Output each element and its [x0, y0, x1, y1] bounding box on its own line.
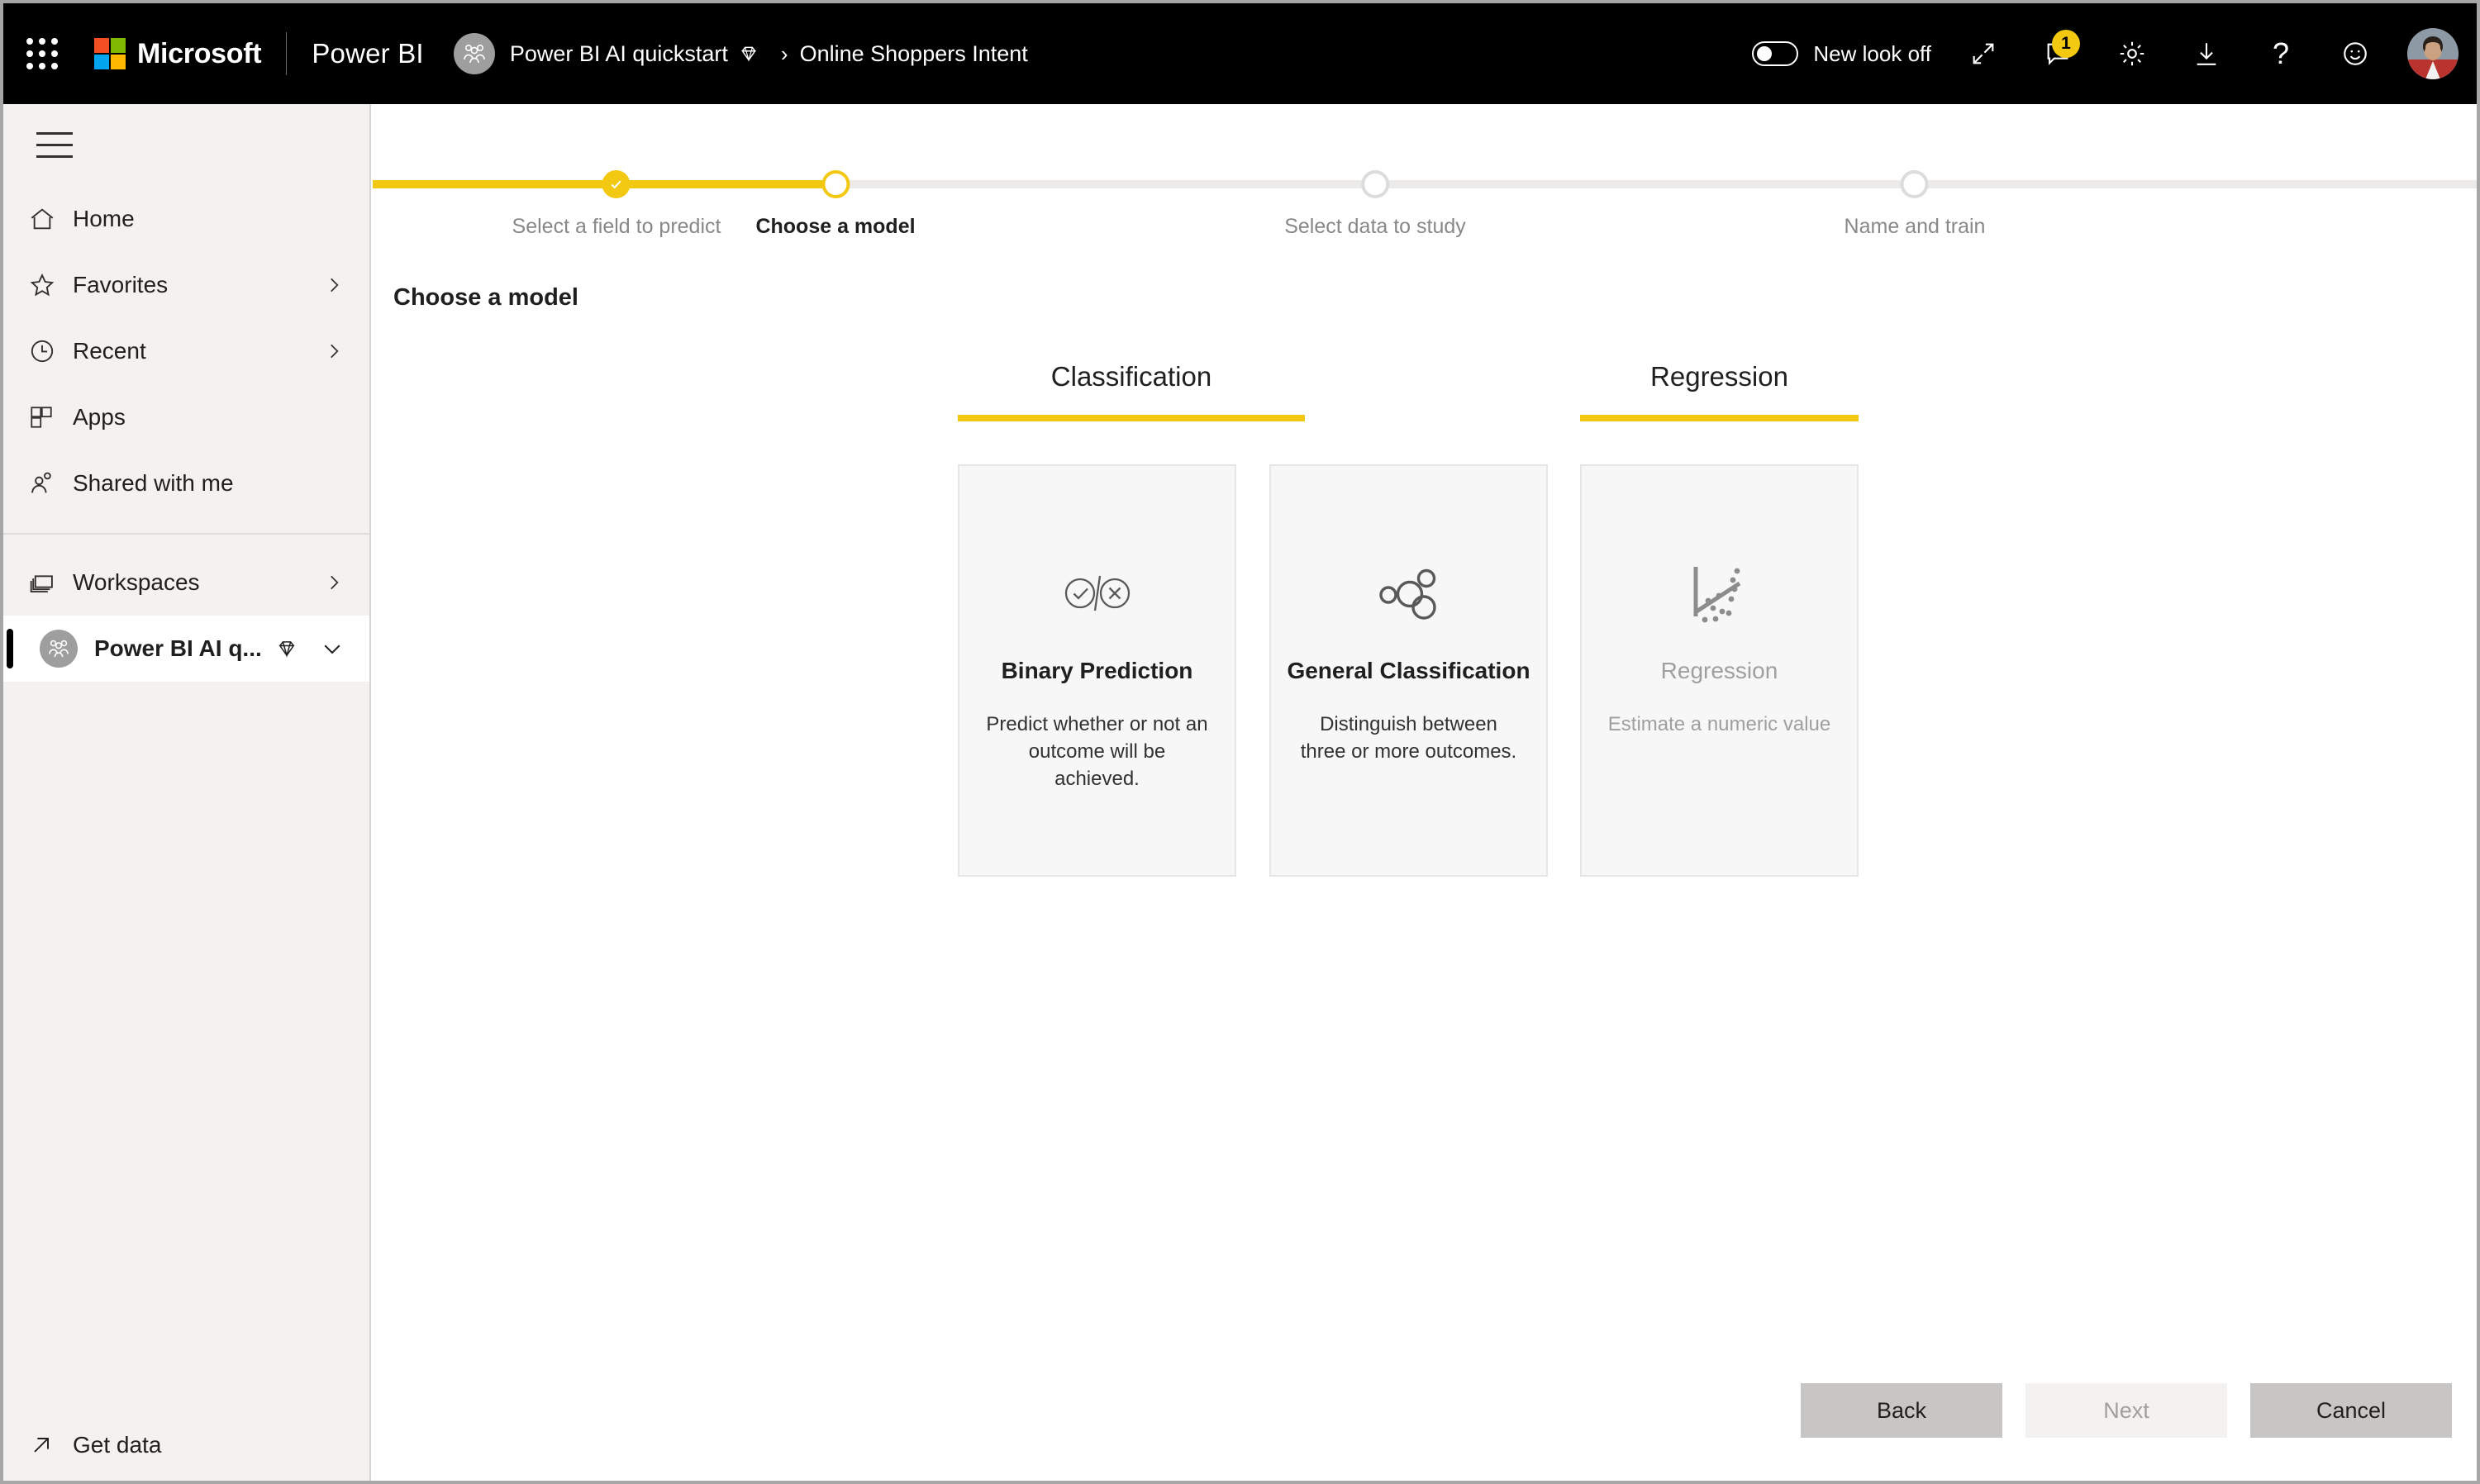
wizard-step-2[interactable]: Choose a model [755, 145, 916, 239]
sidebar-item-label: Power BI AI q... [94, 635, 262, 661]
category-heading-regression: Regression [1650, 361, 1788, 392]
header-divider [286, 32, 288, 75]
arrow-up-right-icon [28, 1432, 73, 1458]
scatter-trend-icon [1688, 559, 1751, 628]
sidebar-item-label: Recent [73, 338, 146, 364]
wizard-step-label: Select data to study [1284, 215, 1466, 238]
help-icon[interactable]: ? [2255, 28, 2306, 79]
clustered-circles-icon [1377, 559, 1441, 628]
sidebar-item-favorites[interactable]: Favorites [3, 252, 369, 318]
chevron-right-icon [323, 572, 345, 593]
chevron-right-icon [323, 340, 345, 362]
feedback-smiley-icon[interactable] [2330, 28, 2381, 79]
step-dot-done [602, 170, 631, 198]
sidebar-item-label: Favorites [73, 272, 169, 297]
apps-grid-icon [28, 404, 73, 430]
wizard-stepper: Select a field to predict Choose a model… [373, 145, 2477, 269]
gem-icon [275, 637, 298, 660]
new-look-toggle[interactable]: New look off [1752, 41, 1931, 67]
check-slash-x-icon [1063, 559, 1132, 628]
user-avatar[interactable] [2407, 28, 2459, 79]
chevron-right-icon [323, 274, 345, 296]
app-launcher-icon[interactable] [23, 35, 61, 73]
microsoft-wordmark: Microsoft [137, 37, 262, 69]
page-title: Choose a model [393, 284, 578, 311]
sidebar-item-recent[interactable]: Recent [3, 318, 369, 384]
clock-icon [28, 337, 73, 365]
breadcrumb-separator: › [780, 40, 788, 66]
sidebar-divider [3, 533, 369, 535]
wizard-step-1[interactable]: Select a field to predict [512, 145, 721, 239]
sidebar-item-apps[interactable]: Apps [3, 384, 369, 450]
model-card-title: Regression [1660, 658, 1778, 683]
breadcrumb: Power BI AI quickstart › Online Shoppers… [453, 33, 1028, 74]
sidebar-item-home[interactable]: Home [3, 186, 369, 252]
next-button: Next [2025, 1383, 2227, 1438]
category-heading-classification: Classification [1050, 361, 1212, 392]
chevron-down-icon[interactable] [320, 636, 345, 661]
microsoft-squares-icon [94, 38, 126, 69]
top-navigation-bar: Microsoft Power BI Power BI AI quickstar… [3, 3, 2477, 104]
step-dot-pending [1901, 170, 1929, 198]
sidebar-item-label: Shared with me [73, 470, 234, 496]
get-data-label: Get data [73, 1432, 162, 1458]
wizard-step-label: Name and train [1844, 215, 1986, 238]
left-navigation-sidebar: Home Favorites Recent Apps Shared with m… [3, 104, 371, 1481]
sidebar-item-workspaces[interactable]: Workspaces [3, 549, 369, 616]
model-card-title: Binary Prediction [1001, 658, 1193, 683]
premium-gem-icon [738, 43, 759, 64]
new-look-toggle-label: New look off [1813, 40, 1931, 66]
microsoft-logo[interactable]: Microsoft [94, 37, 262, 70]
home-icon [28, 205, 73, 233]
star-icon [28, 271, 73, 299]
cancel-button[interactable]: Cancel [2250, 1383, 2452, 1438]
workspace-avatar-icon [40, 630, 78, 668]
model-card-regression: Regression Estimate a numeric value [1580, 464, 1859, 877]
active-indicator [7, 629, 13, 668]
step-dot-current [821, 170, 850, 198]
model-card-title: General Classification [1287, 658, 1530, 683]
hamburger-menu-icon[interactable] [3, 104, 86, 186]
model-card-description: Distinguish between three or more outcom… [1300, 713, 1517, 763]
expand-icon[interactable] [1958, 28, 2009, 79]
power-bi-window: Microsoft Power BI Power BI AI quickstar… [0, 0, 2480, 1484]
category-underline-classification [958, 415, 1305, 421]
model-card-general-classification[interactable]: General Classification Distinguish betwe… [1269, 464, 1548, 877]
main-content-area: Select a field to predict Choose a model… [373, 104, 2477, 1481]
top-bar-actions: New look off 1 ? [1752, 3, 2477, 104]
model-card-description: Predict whether or not an outcome will b… [986, 713, 1208, 791]
shared-people-icon [28, 469, 73, 497]
breadcrumb-workspace[interactable]: Power BI AI quickstart [510, 41, 728, 67]
wizard-step-label: Choose a model [755, 215, 916, 238]
wizard-step-label: Select a field to predict [512, 215, 721, 238]
model-card-description: Estimate a numeric value [1607, 713, 1831, 735]
wizard-footer: Back Next Cancel [1801, 1383, 2452, 1438]
sidebar-item-label: Apps [73, 404, 126, 430]
sidebar-item-active-workspace[interactable]: Power BI AI q... [3, 616, 369, 682]
power-bi-product-name[interactable]: Power BI [312, 38, 424, 69]
notifications-icon[interactable]: 1 [2032, 28, 2083, 79]
toggle-switch-icon [1752, 41, 1799, 66]
category-underline-regression [1580, 415, 1859, 421]
get-data-button[interactable]: Get data [3, 1410, 369, 1481]
settings-gear-icon[interactable] [2106, 28, 2158, 79]
sidebar-item-label: Workspaces [73, 569, 200, 595]
breadcrumb-current-item: Online Shoppers Intent [799, 40, 1028, 66]
sidebar-item-label: Home [73, 206, 135, 231]
sidebar-item-shared-with-me[interactable]: Shared with me [3, 450, 369, 516]
step-dot-pending [1361, 170, 1389, 198]
wizard-step-3[interactable]: Select data to study [1284, 145, 1466, 239]
back-button[interactable]: Back [1801, 1383, 2002, 1438]
workspaces-icon [28, 568, 73, 597]
help-glyph: ? [2272, 36, 2290, 70]
notification-badge: 1 [2052, 30, 2080, 58]
wizard-step-4[interactable]: Name and train [1844, 145, 1986, 239]
download-icon[interactable] [2181, 28, 2232, 79]
model-card-binary-prediction[interactable]: Binary Prediction Predict whether or not… [958, 464, 1236, 877]
workspace-avatar-icon [453, 33, 495, 74]
